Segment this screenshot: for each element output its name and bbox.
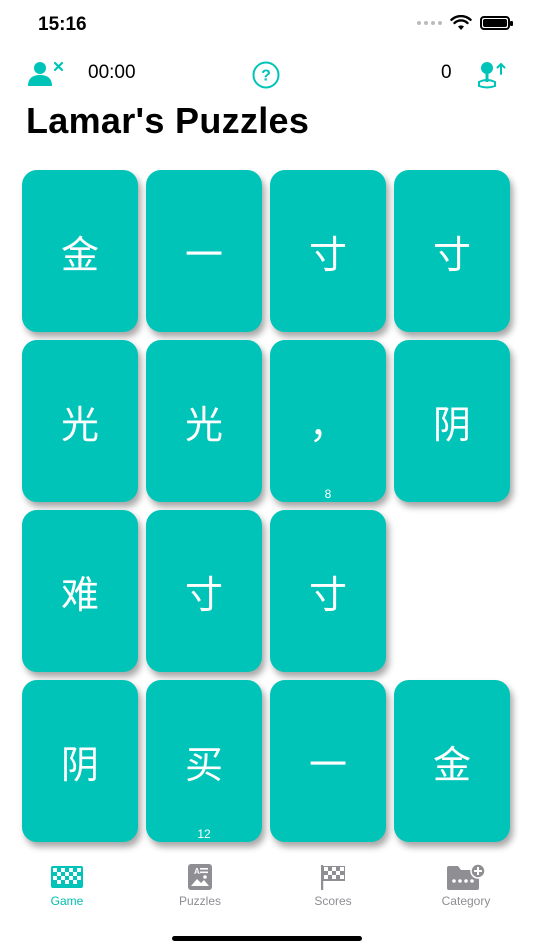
puzzle-tile[interactable]: 光: [22, 340, 138, 502]
puzzle-tile[interactable]: 金: [22, 170, 138, 332]
tile-character: 寸: [184, 572, 223, 617]
tab-game-label: Game: [50, 894, 84, 908]
tab-puzzles-label: Puzzles: [178, 894, 222, 908]
puzzle-tile[interactable]: 买 12: [146, 680, 262, 842]
puzzle-tile[interactable]: ， 8: [270, 340, 386, 502]
tile-badge: 12: [197, 827, 211, 841]
tile-character: 光: [60, 402, 99, 447]
tile-badge: 8: [324, 487, 332, 501]
home-indicator: [172, 936, 362, 941]
tab-scores[interactable]: Scores: [283, 862, 383, 908]
tab-game[interactable]: Game: [17, 862, 117, 908]
tile-character: 寸: [308, 232, 347, 277]
puzzle-tile[interactable]: 寸: [270, 510, 386, 672]
tile-character: 买: [184, 742, 223, 787]
checkered-flag-icon: [318, 862, 348, 892]
puzzle-tile[interactable]: 阴: [22, 680, 138, 842]
puzzle-tile[interactable]: 一: [270, 680, 386, 842]
tile-character: ，: [308, 402, 347, 447]
tile-character: 阴: [60, 742, 99, 787]
puzzle-board: 金一寸寸光光， 8 阴难寸寸阴买 12 一金: [0, 0, 534, 850]
folder-add-icon: [446, 862, 486, 892]
tile-character: 金: [60, 232, 99, 277]
tab-puzzles[interactable]: A Puzzles: [150, 862, 250, 908]
tile-character: 光: [184, 402, 223, 447]
tile-character: 寸: [432, 232, 471, 277]
puzzle-tile[interactable]: 寸: [270, 170, 386, 332]
tab-scores-label: Scores: [314, 894, 352, 908]
svg-text:A: A: [194, 867, 200, 876]
puzzle-tile[interactable]: 光: [146, 340, 262, 502]
puzzle-tile[interactable]: 寸: [146, 510, 262, 672]
puzzle-tile[interactable]: 寸: [394, 170, 510, 332]
puzzle-tile[interactable]: 金: [394, 680, 510, 842]
tile-character: 难: [60, 572, 99, 617]
tile-character: 阴: [432, 402, 471, 447]
tile-character: 金: [432, 742, 471, 787]
tile-character: 寸: [308, 572, 347, 617]
tile-character: 一: [308, 742, 347, 787]
tab-category[interactable]: Category: [416, 862, 516, 908]
puzzle-tile[interactable]: 难: [22, 510, 138, 672]
tab-bar: Game A Puzzles Scores Category: [0, 862, 534, 922]
puzzle-tile[interactable]: 一: [146, 170, 262, 332]
puzzle-card-icon: A: [187, 862, 213, 892]
tile-character: 一: [184, 232, 223, 277]
tab-category-label: Category: [441, 894, 491, 908]
puzzle-tile[interactable]: 阴: [394, 340, 510, 502]
checkerboard-icon: [50, 862, 84, 892]
